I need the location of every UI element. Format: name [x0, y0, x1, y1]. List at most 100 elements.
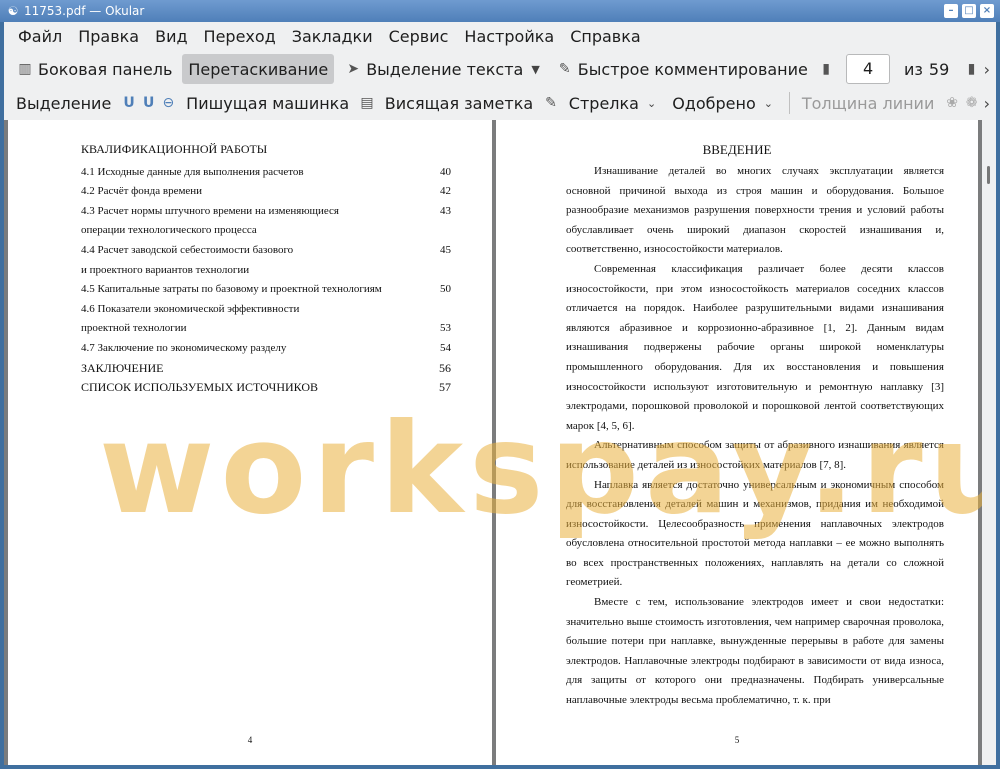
opacity-icon[interactable]: ❁	[964, 94, 980, 112]
underline-icon[interactable]: U	[121, 94, 137, 112]
menu-help[interactable]: Справка	[562, 22, 649, 52]
body-text: Изнашивание деталей во многих случаях эк…	[566, 162, 944, 711]
toc-row: 4.6 Показатели экономической эффективнос…	[81, 300, 451, 320]
chevron-down-icon[interactable]: ⌄	[647, 97, 656, 110]
menu-settings[interactable]: Настройка	[456, 22, 562, 52]
paragraph: Современная классификация различает боле…	[566, 262, 944, 432]
chevron-down-icon[interactable]: ⌄	[764, 97, 773, 110]
squiggle-icon[interactable]: U	[141, 94, 157, 112]
pen-icon: ✎	[558, 61, 571, 77]
main-toolbar: ▥ Боковая панель Перетаскивание ➤ Выделе…	[4, 52, 996, 86]
toc-page: 57	[439, 380, 451, 395]
section-title: ВВЕДЕНИЕ	[702, 142, 772, 157]
quick-annotation-button[interactable]: ✎ Быстрое комментирование	[550, 54, 814, 84]
line-width-button[interactable]: Толщина линии	[796, 88, 941, 118]
arrow-button[interactable]: Стрелка ⌄	[563, 88, 662, 118]
chevron-down-icon[interactable]: ▼	[531, 63, 539, 76]
sidebar-button[interactable]: ▥ Боковая панель	[10, 54, 178, 84]
document-view[interactable]: КВАЛИФИКАЦИОННОЙ РАБОТЫ 4.1 Исходные дан…	[4, 120, 996, 765]
paragraph: Альтернативным способом защиты от абрази…	[566, 439, 944, 471]
quick-annotation-label: Быстрое комментирование	[577, 59, 808, 79]
strikeout-icon[interactable]: ⊖	[161, 94, 177, 112]
window-title: 11753.pdf — Okular	[24, 4, 145, 18]
scrollbar-thumb[interactable]	[987, 166, 990, 184]
toc-row: 4.4 Расчет заводской себестоимости базов…	[81, 241, 451, 261]
toc-page	[431, 261, 451, 281]
toc-text: СПИСОК ИСПОЛЬЗУЕМЫХ ИСТОЧНИКОВ	[81, 380, 319, 395]
menu-tools[interactable]: Сервис	[381, 22, 457, 52]
toc-row: 4.3 Расчет нормы штучного времени на изм…	[81, 202, 451, 222]
sidebar-icon: ▥	[18, 61, 32, 77]
annotation-toolbar: Выделение U U ⊖ Пишущая машинка ▤ Висяща…	[4, 86, 996, 120]
previous-page-icon[interactable]: ▮	[818, 60, 834, 78]
highlight-button[interactable]: Выделение	[10, 88, 117, 118]
page-total: 59	[928, 59, 950, 79]
page-number: 5	[734, 735, 740, 745]
vertical-scrollbar[interactable]	[982, 120, 996, 765]
title-bar: ☯ 11753.pdf — Okular – □ ×	[0, 0, 1000, 22]
close-icon[interactable]: ×	[980, 4, 994, 18]
okular-app-icon: ☯	[7, 4, 19, 18]
paragraph: Вместе с тем, использование электродов и…	[566, 596, 944, 707]
chevron-right-icon[interactable]: ›	[984, 60, 990, 79]
stamp-label: Одобрено	[672, 93, 756, 113]
highlight-label: Выделение	[16, 93, 112, 113]
drag-mode-label: Перетаскивание	[188, 59, 329, 79]
note-icon[interactable]: ▤	[359, 94, 375, 112]
note-button[interactable]: Висящая заметка	[379, 88, 539, 118]
menu-view[interactable]: Вид	[147, 22, 195, 52]
toc-text: и проектного вариантов технологии	[81, 263, 250, 276]
toc-text: 4.3 Расчет нормы штучного времени на изм…	[81, 204, 339, 217]
minimize-icon[interactable]: –	[944, 4, 958, 18]
okular-window: Файл Правка Вид Переход Закладки Сервис …	[4, 22, 996, 765]
toc-row: 4.7 Заключение по экономическому разделу…	[81, 339, 451, 359]
toc-text: ЗАКЛЮЧЕНИЕ	[81, 360, 164, 375]
menu-edit[interactable]: Правка	[70, 22, 147, 52]
toolbar-separator	[788, 92, 790, 114]
chevron-right-icon[interactable]: ›	[984, 94, 990, 113]
note-label: Висящая заметка	[384, 93, 534, 113]
typewriter-button[interactable]: Пишущая машинка	[180, 88, 355, 118]
menu-bar: Файл Правка Вид Переход Закладки Сервис …	[4, 22, 996, 52]
text-select-button[interactable]: ➤ Выделение текста ▼	[338, 54, 546, 84]
toc-page: 43	[440, 204, 451, 217]
window-controls: – □ ×	[944, 4, 994, 18]
stamp-button[interactable]: Одобрено ⌄	[666, 88, 779, 118]
toc-text: 4.1 Исходные данные для выполнения расче…	[81, 165, 304, 178]
menu-bookmarks[interactable]: Закладки	[284, 22, 381, 52]
toc-row: 4.2 Расчёт фонда времени 42	[81, 182, 451, 202]
toc-page	[431, 300, 451, 320]
toc-page: 50	[440, 283, 451, 296]
sidebar-label: Боковая панель	[38, 59, 173, 79]
toc-heading: КВАЛИФИКАЦИОННОЙ РАБОТЫ	[81, 142, 268, 156]
menu-file[interactable]: Файл	[10, 22, 70, 52]
menu-go[interactable]: Переход	[196, 22, 284, 52]
cursor-icon: ➤	[347, 61, 360, 77]
toc-page: 53	[440, 322, 451, 335]
toc-page	[431, 221, 451, 241]
toc-text: операции технологического процесса	[81, 224, 257, 237]
toc-page: 56	[439, 360, 451, 375]
typewriter-label: Пишущая машинка	[186, 93, 350, 113]
toc-text: проектной технологии	[81, 322, 187, 335]
pen-icon[interactable]: ✎	[543, 94, 559, 112]
paragraph: Наплавка является достаточно универсальн…	[566, 478, 944, 589]
toc-page: 42	[440, 185, 451, 198]
toc-row: и проектного вариантов технологии	[81, 261, 451, 281]
toc-text: 4.2 Расчёт фонда времени	[81, 185, 203, 198]
color-icon[interactable]: ❀	[944, 94, 960, 112]
maximize-icon[interactable]: □	[962, 4, 976, 18]
toc-page: 45	[440, 243, 451, 256]
page-number-input[interactable]: 4	[846, 54, 890, 84]
page-number: 4	[247, 735, 253, 745]
page-4: КВАЛИФИКАЦИОННОЙ РАБОТЫ 4.1 Исходные дан…	[8, 120, 492, 765]
toc-row: ЗАКЛЮЧЕНИЕ 56	[81, 359, 451, 379]
drag-mode-button[interactable]: Перетаскивание	[182, 54, 335, 84]
table-of-contents: КВАЛИФИКАЦИОННОЙ РАБОТЫ 4.1 Исходные дан…	[81, 140, 451, 398]
toc-row: проектной технологии 53	[81, 319, 451, 339]
toc-text: 4.4 Расчет заводской себестоимости базов…	[81, 243, 294, 256]
next-page-icon[interactable]: ▮	[963, 60, 979, 78]
toc-text: 4.5 Капитальные затраты по базовому и пр…	[81, 283, 382, 296]
toc-row: СПИСОК ИСПОЛЬЗУЕМЫХ ИСТОЧНИКОВ 57	[81, 378, 451, 398]
page-5: ВВЕДЕНИЕ Изнашивание деталей во многих с…	[496, 120, 978, 765]
